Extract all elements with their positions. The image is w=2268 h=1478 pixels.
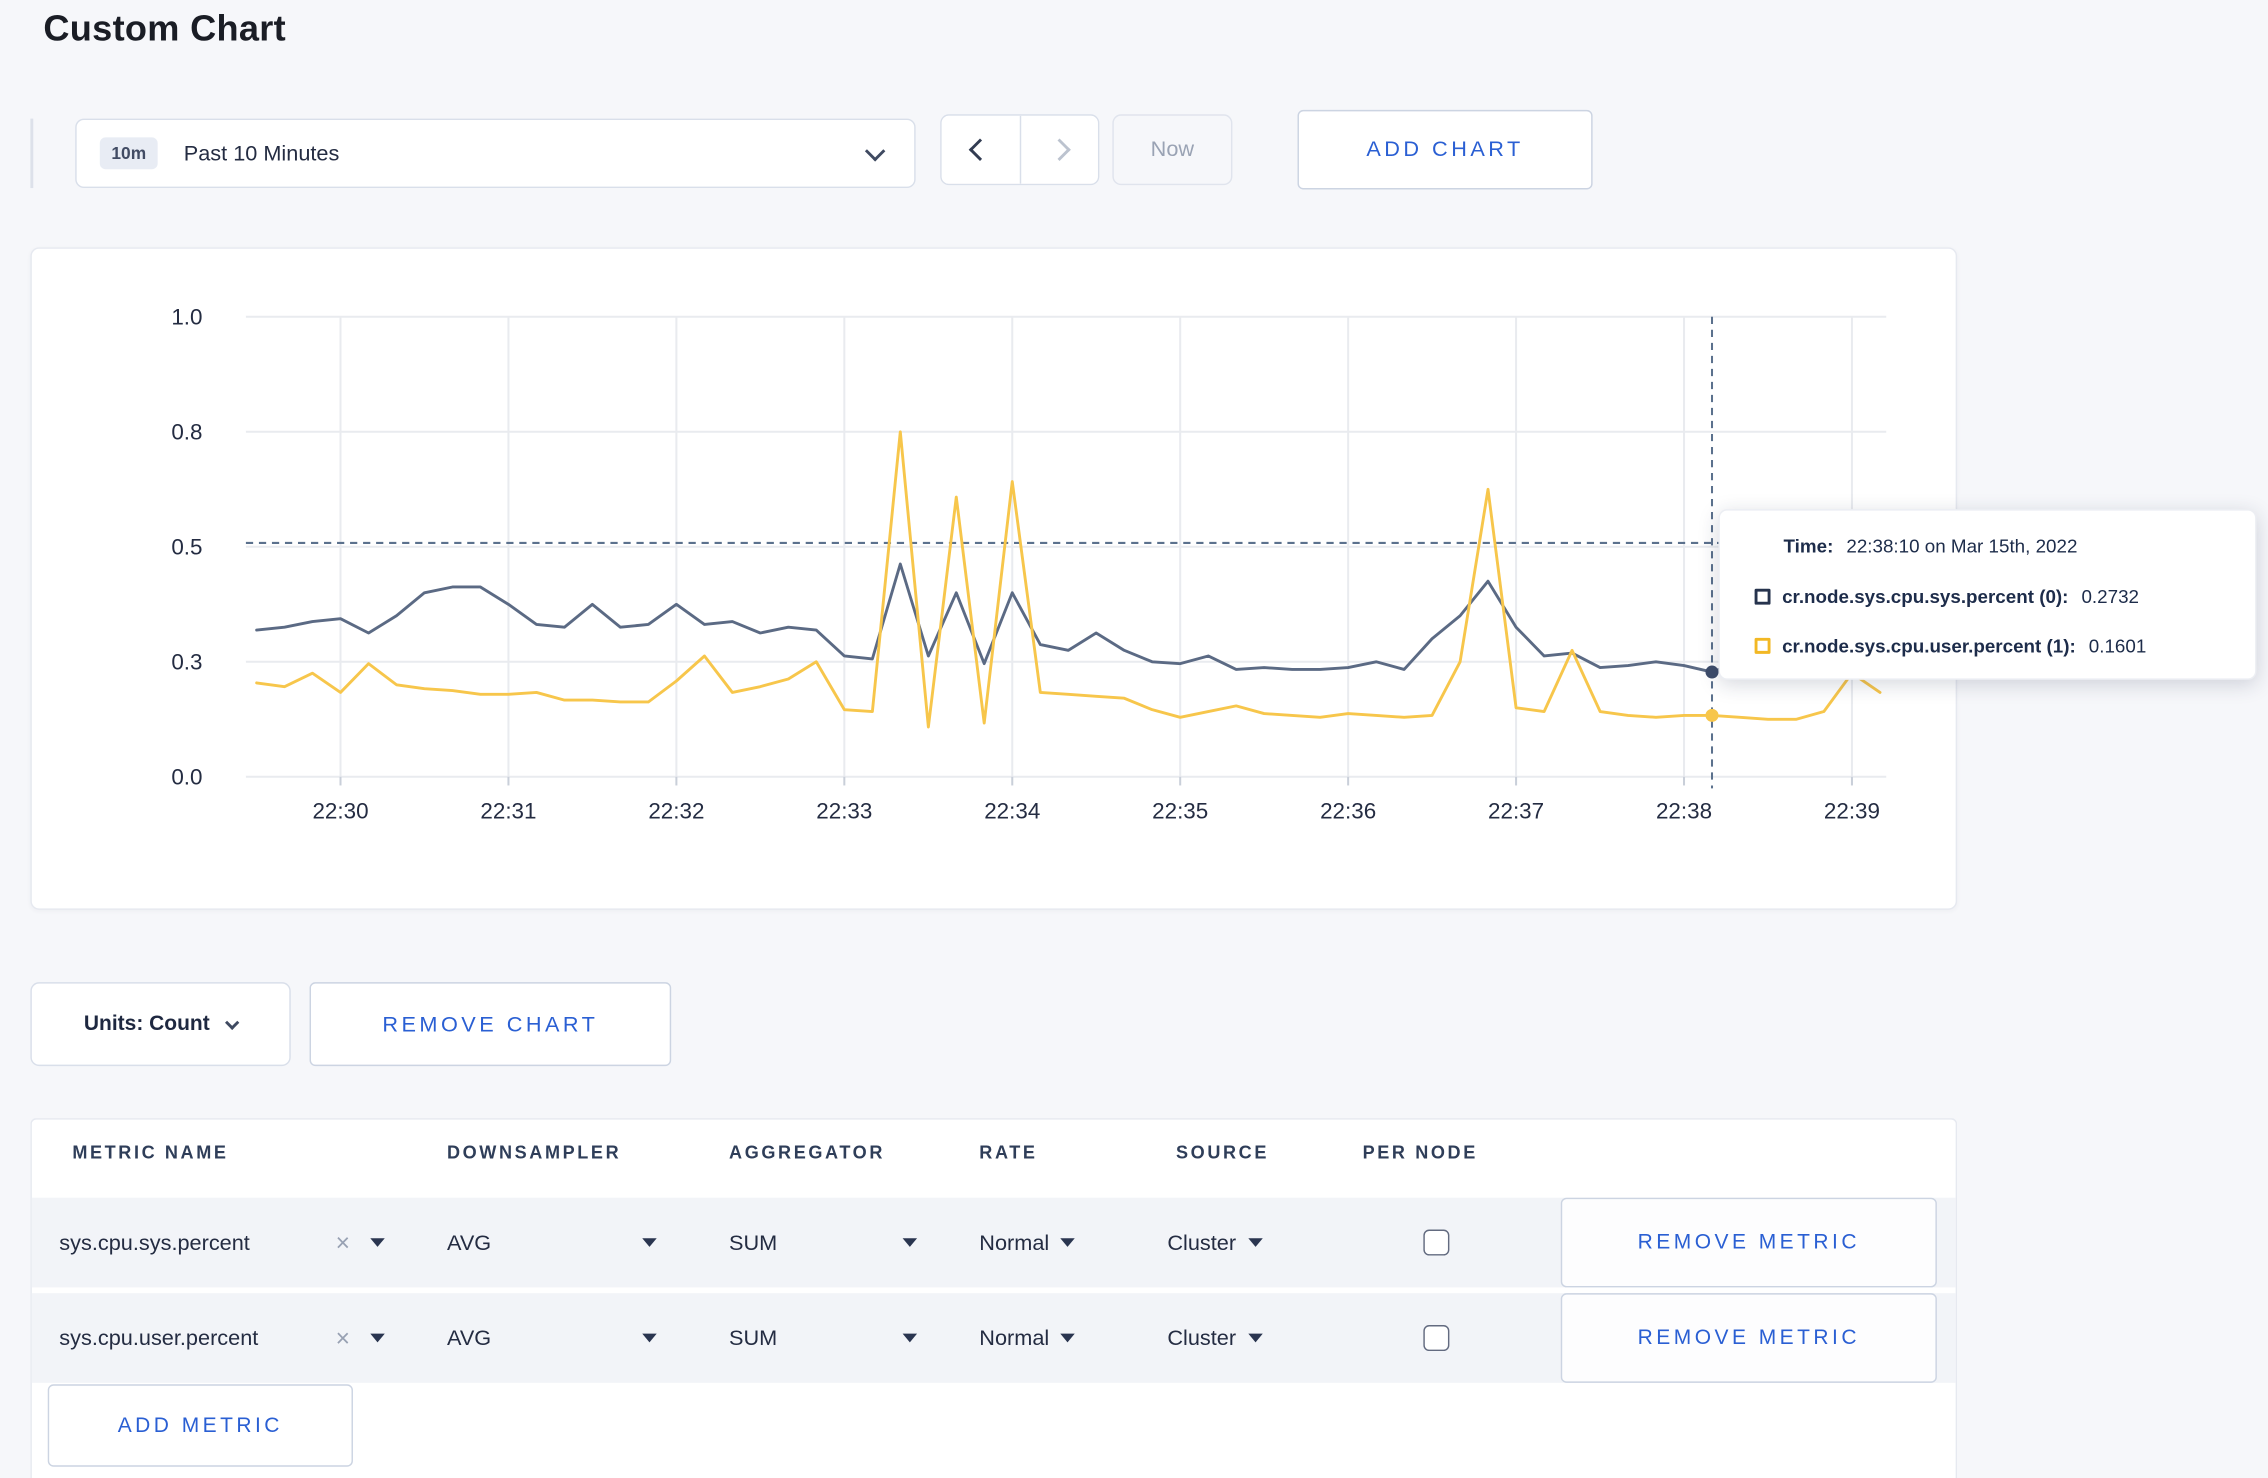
remove-metric-button[interactable]: REMOVE METRIC xyxy=(1560,1293,1937,1383)
downsampler-value: AVG xyxy=(446,1230,492,1255)
rate-select[interactable]: Normal xyxy=(979,1293,1076,1383)
column-header-downsampler: DOWNSAMPLER xyxy=(446,1142,622,1163)
caret-down-icon xyxy=(1060,1238,1076,1247)
tooltip-series-row: cr.node.sys.cpu.user.percent (1): 0.1601 xyxy=(1754,635,2232,657)
aggregator-value: SUM xyxy=(729,1325,778,1351)
remove-metric-button[interactable]: REMOVE METRIC xyxy=(1560,1197,1937,1288)
svg-text:22:30: 22:30 xyxy=(312,799,368,824)
downsampler-select[interactable]: AVG xyxy=(447,1293,657,1383)
svg-text:22:35: 22:35 xyxy=(1152,799,1208,824)
metric-row: sys.cpu.user.percent × AVG SUM Normal Cl… xyxy=(31,1293,1956,1383)
remove-chart-button[interactable]: REMOVE CHART xyxy=(309,982,672,1067)
column-header-aggregator: AGGREGATOR xyxy=(729,1142,886,1163)
clear-metric-icon[interactable]: × xyxy=(336,1326,350,1351)
svg-text:22:36: 22:36 xyxy=(1320,799,1376,824)
tooltip-series-value: 0.1601 xyxy=(2088,635,2147,657)
tooltip-time-label: Time: xyxy=(1783,535,1834,557)
units-label: Units: Count xyxy=(83,1012,210,1036)
next-time-window-button[interactable] xyxy=(1019,115,1098,184)
time-range-dropdown[interactable]: 10m Past 10 Minutes xyxy=(75,118,916,189)
tooltip-series-value: 0.2732 xyxy=(2081,585,2139,607)
rate-value: Normal xyxy=(979,1230,1050,1255)
caret-down-icon xyxy=(1247,1333,1263,1343)
caret-down-icon xyxy=(1060,1333,1076,1343)
caret-down-icon xyxy=(642,1238,657,1247)
column-header-per-node: PER NODE xyxy=(1362,1142,1478,1163)
now-button[interactable]: Now xyxy=(1112,114,1233,186)
metric-row: sys.cpu.sys.percent × AVG SUM Normal Clu… xyxy=(31,1197,1956,1288)
aggregator-select[interactable]: SUM xyxy=(729,1198,918,1288)
svg-text:22:34: 22:34 xyxy=(984,799,1040,824)
clear-metric-icon[interactable]: × xyxy=(336,1230,350,1255)
aggregator-select[interactable]: SUM xyxy=(729,1293,918,1383)
svg-text:22:33: 22:33 xyxy=(816,799,872,824)
page-title: Custom Chart xyxy=(43,8,286,50)
metrics-table-header: METRIC NAME DOWNSAMPLER AGGREGATOR RATE … xyxy=(32,1120,1956,1188)
rate-value: Normal xyxy=(979,1325,1050,1351)
metric-name-value: sys.cpu.user.percent xyxy=(59,1325,259,1351)
svg-text:0.8: 0.8 xyxy=(171,420,202,445)
chevron-left-icon xyxy=(969,138,992,161)
column-header-source: SOURCE xyxy=(1176,1142,1269,1163)
add-chart-button[interactable]: ADD CHART xyxy=(1297,109,1593,190)
metric-name-select[interactable]: sys.cpu.sys.percent × xyxy=(59,1198,385,1288)
square-outline-swatch-user xyxy=(1754,637,1771,654)
svg-text:22:39: 22:39 xyxy=(1824,799,1880,824)
tooltip-series-row: cr.node.sys.cpu.sys.percent (0): 0.2732 xyxy=(1754,585,2232,607)
chart-tooltip: Time: 22:38:10 on Mar 15th, 2022 cr.node… xyxy=(1718,509,2257,680)
column-header-rate: RATE xyxy=(979,1142,1038,1163)
caret-down-icon xyxy=(370,1238,385,1247)
time-window-nav xyxy=(940,114,1100,186)
chevron-down-icon xyxy=(224,1014,240,1030)
tooltip-time-value: 22:38:10 on Mar 15th, 2022 xyxy=(1846,535,2078,557)
caret-down-icon xyxy=(1247,1238,1263,1247)
line-chart[interactable]: 0.0 0.3 0.5 0.8 1.0 22:30 22:31 22:32 22:33 22:34… xyxy=(32,249,1959,911)
square-outline-swatch-sys xyxy=(1754,588,1771,604)
downsampler-select[interactable]: AVG xyxy=(447,1198,657,1288)
column-header-metric-name: METRIC NAME xyxy=(72,1142,229,1163)
svg-text:0.5: 0.5 xyxy=(171,535,202,560)
source-value: Cluster xyxy=(1167,1230,1237,1255)
svg-text:22:31: 22:31 xyxy=(480,799,536,824)
chevron-down-icon xyxy=(864,141,886,162)
metric-name-value: sys.cpu.sys.percent xyxy=(59,1230,250,1255)
svg-text:0.3: 0.3 xyxy=(171,650,202,675)
tooltip-time-row: Time: 22:38:10 on Mar 15th, 2022 xyxy=(1755,535,2232,557)
per-node-checkbox[interactable] xyxy=(1423,1229,1450,1256)
caret-down-icon xyxy=(902,1238,918,1247)
per-node-checkbox[interactable] xyxy=(1423,1324,1450,1352)
caret-down-icon xyxy=(902,1333,918,1343)
add-metric-button[interactable]: ADD METRIC xyxy=(47,1384,353,1467)
time-range-badge: 10m xyxy=(99,137,158,170)
svg-text:0.0: 0.0 xyxy=(171,765,202,790)
toolbar-divider xyxy=(30,118,34,189)
tooltip-series-label: cr.node.sys.cpu.sys.percent (0): xyxy=(1782,585,2069,607)
caret-down-icon xyxy=(642,1333,657,1343)
downsampler-value: AVG xyxy=(446,1325,492,1351)
metric-name-select[interactable]: sys.cpu.user.percent × xyxy=(59,1293,385,1383)
chart-card: 0.0 0.3 0.5 0.8 1.0 22:30 22:31 22:32 22:33 22:34… xyxy=(30,247,1959,911)
custom-chart-page: Custom Chart 10m Past 10 Minutes Now ADD… xyxy=(0,0,2268,1478)
source-select[interactable]: Cluster xyxy=(1167,1293,1263,1383)
time-range-label: Past 10 Minutes xyxy=(183,141,340,166)
rate-select[interactable]: Normal xyxy=(979,1198,1076,1288)
units-dropdown[interactable]: Units: Count xyxy=(30,982,291,1067)
svg-text:22:32: 22:32 xyxy=(648,799,704,824)
caret-down-icon xyxy=(370,1333,385,1343)
aggregator-value: SUM xyxy=(729,1230,778,1255)
prev-time-window-button[interactable] xyxy=(941,115,1020,184)
svg-text:22:37: 22:37 xyxy=(1488,799,1544,824)
chevron-right-icon xyxy=(1047,138,1071,161)
tooltip-series-label: cr.node.sys.cpu.user.percent (1): xyxy=(1782,635,2076,657)
svg-text:1.0: 1.0 xyxy=(171,305,202,330)
source-select[interactable]: Cluster xyxy=(1167,1198,1263,1288)
source-value: Cluster xyxy=(1167,1325,1237,1351)
svg-text:22:38: 22:38 xyxy=(1656,799,1712,824)
